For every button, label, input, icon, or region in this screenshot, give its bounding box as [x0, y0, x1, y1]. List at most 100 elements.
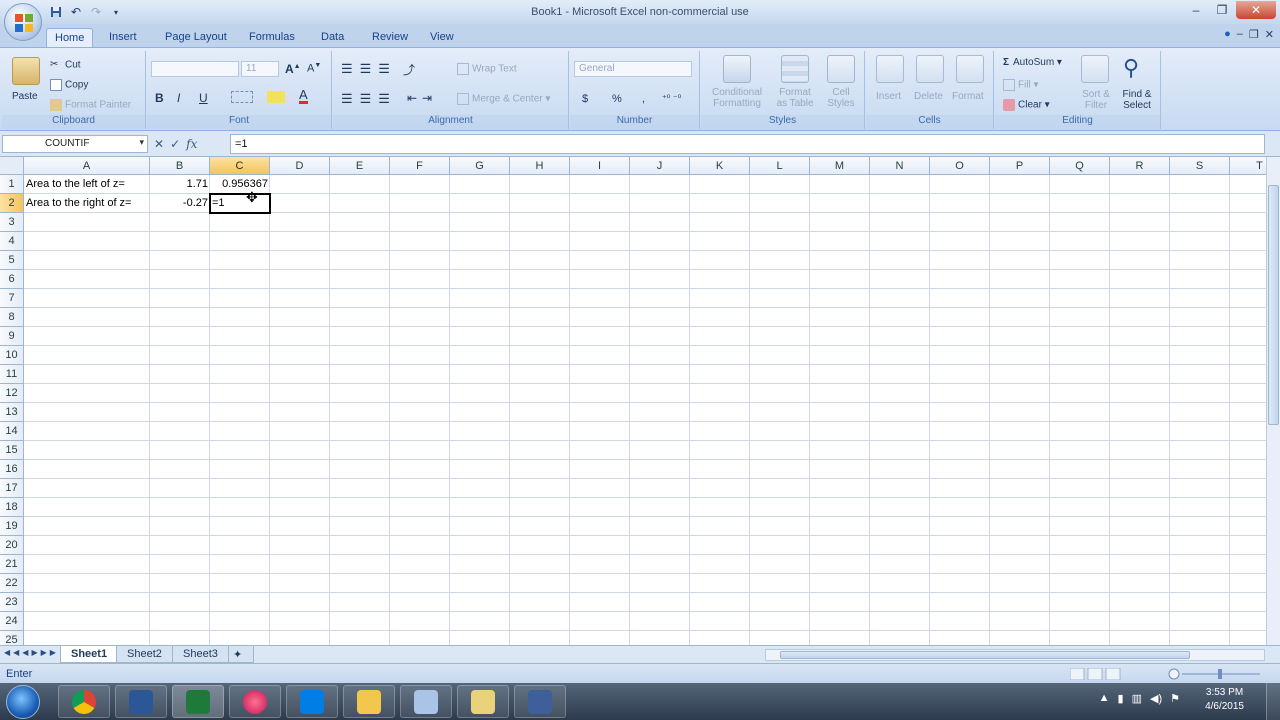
insert-function-icon[interactable]: fx	[186, 137, 197, 151]
column-header-d[interactable]: D	[270, 157, 330, 175]
cell-c2[interactable]: =1	[210, 194, 270, 213]
format-painter-button[interactable]: Format Painter	[50, 99, 131, 111]
row-header-13[interactable]: 13	[0, 403, 24, 422]
enter-icon[interactable]: ✓	[170, 137, 180, 151]
insert-cells-button[interactable]: Insert	[876, 91, 901, 102]
clear-button[interactable]: Clear ▾	[1003, 99, 1050, 111]
fill-color-icon[interactable]	[267, 91, 285, 103]
column-header-c[interactable]: C	[210, 157, 270, 175]
row-header-9[interactable]: 9	[0, 327, 24, 346]
sheet-tab-3[interactable]: Sheet3	[172, 646, 229, 663]
sheet-tab-1[interactable]: Sheet1	[60, 646, 119, 663]
tray-arrow-icon[interactable]: ▲	[1099, 692, 1110, 705]
restore-icon[interactable]: ❐	[1210, 1, 1234, 19]
fill-button[interactable]: Fill ▾	[1003, 79, 1039, 91]
chevron-down-icon[interactable]: ▾	[139, 137, 144, 148]
row-header-5[interactable]: 5	[0, 251, 24, 270]
vertical-scroll-thumb[interactable]	[1268, 185, 1279, 425]
delete-cells-icon[interactable]	[916, 55, 944, 83]
cancel-icon[interactable]: ✕	[154, 137, 164, 151]
tray-device-icon[interactable]: ▮	[1118, 692, 1124, 705]
help-icon[interactable]: ●	[1224, 28, 1231, 41]
name-box[interactable]: COUNTIF ▾	[2, 135, 148, 153]
row-header-16[interactable]: 16	[0, 460, 24, 479]
conditional-formatting-icon[interactable]	[723, 55, 751, 83]
row-header-10[interactable]: 10	[0, 346, 24, 365]
column-header-n[interactable]: N	[870, 157, 930, 175]
cell-a1[interactable]: Area to the left of z=	[24, 175, 150, 194]
insert-cells-icon[interactable]	[876, 55, 904, 83]
binoculars-icon[interactable]: ⚲	[1123, 55, 1139, 81]
autosum-button[interactable]: Σ AutoSum ▾	[1003, 57, 1062, 68]
cell-b2[interactable]: -0.27	[150, 194, 210, 213]
vertical-align-icons[interactable]: ☰☰☰	[341, 61, 397, 77]
taskbar-app[interactable]	[457, 685, 509, 718]
format-as-table-icon[interactable]	[781, 55, 809, 83]
format-cells-button[interactable]: Format	[952, 91, 984, 102]
worksheet-grid[interactable]: A B C D E F G H I J K L M N O P Q R S T 1 2 3 4 5 6 7 8 9 10 11 12 13 14 1…	[0, 157, 1266, 645]
row-header-21[interactable]: 21	[0, 555, 24, 574]
column-header-t[interactable]: T	[1230, 157, 1266, 175]
horizontal-scrollbar[interactable]	[765, 649, 1265, 661]
format-as-table-button[interactable]: Format as Table	[771, 87, 819, 109]
row-header-2[interactable]: 2	[0, 194, 24, 213]
row-header-12[interactable]: 12	[0, 384, 24, 403]
column-header-j[interactable]: J	[630, 157, 690, 175]
column-header-i[interactable]: I	[570, 157, 630, 175]
row-header-25[interactable]: 25	[0, 631, 24, 645]
column-header-g[interactable]: G	[450, 157, 510, 175]
taskbar-itunes[interactable]	[229, 685, 281, 718]
conditional-formatting-button[interactable]: Conditional Formatting	[707, 87, 767, 109]
cell-styles-icon[interactable]	[827, 55, 855, 83]
sort-filter-button[interactable]: Sort & Filter	[1079, 89, 1113, 111]
horizontal-scroll-thumb[interactable]	[780, 651, 1190, 659]
column-header-h[interactable]: H	[510, 157, 570, 175]
format-cells-icon[interactable]	[956, 55, 984, 83]
font-name-select[interactable]	[151, 61, 239, 77]
row-header-24[interactable]: 24	[0, 612, 24, 631]
doc-close-icon[interactable]: ✕	[1265, 28, 1274, 41]
row-header-7[interactable]: 7	[0, 289, 24, 308]
percent-button[interactable]: %	[612, 93, 622, 105]
doc-restore-icon[interactable]: ❐	[1249, 28, 1259, 41]
vertical-scrollbar[interactable]	[1266, 157, 1280, 645]
column-header-m[interactable]: M	[810, 157, 870, 175]
show-desktop-button[interactable]	[1266, 683, 1280, 720]
taskbar-dropbox[interactable]	[286, 685, 338, 718]
column-header-o[interactable]: O	[930, 157, 990, 175]
row-header-3[interactable]: 3	[0, 213, 24, 232]
column-header-q[interactable]: Q	[1050, 157, 1110, 175]
doc-minimize-icon[interactable]: –	[1237, 28, 1243, 41]
start-button[interactable]	[6, 685, 40, 719]
font-size-select[interactable]: 11	[241, 61, 279, 77]
shrink-font-icon[interactable]: A▼	[307, 62, 321, 75]
indent-icons[interactable]: ⇤⇥	[407, 91, 437, 105]
comma-button[interactable]: ,	[642, 93, 645, 105]
delete-cells-button[interactable]: Delete	[914, 91, 943, 102]
column-header-k[interactable]: K	[690, 157, 750, 175]
row-header-1[interactable]: 1	[0, 175, 24, 194]
row-header-23[interactable]: 23	[0, 593, 24, 612]
taskbar-calculator[interactable]	[400, 685, 452, 718]
cell-b1[interactable]: 1.71	[150, 175, 210, 194]
borders-icon[interactable]	[231, 91, 253, 103]
row-header-14[interactable]: 14	[0, 422, 24, 441]
row-header-4[interactable]: 4	[0, 232, 24, 251]
tab-formulas[interactable]: Formulas	[241, 28, 303, 48]
column-header-r[interactable]: R	[1110, 157, 1170, 175]
taskbar-excel[interactable]	[172, 685, 224, 718]
column-header-p[interactable]: P	[990, 157, 1050, 175]
copy-button[interactable]: Copy	[50, 79, 88, 91]
row-header-11[interactable]: 11	[0, 365, 24, 384]
decimal-icons[interactable]: ⁺⁰ ⁻⁰	[662, 93, 681, 104]
tab-home[interactable]: Home	[46, 28, 94, 48]
bold-button[interactable]: B	[155, 91, 164, 105]
row-header-22[interactable]: 22	[0, 574, 24, 593]
currency-button[interactable]: $	[582, 93, 588, 105]
cell-a2[interactable]: Area to the right of z=	[24, 194, 150, 213]
number-format-select[interactable]: General	[574, 61, 692, 77]
close-icon[interactable]: ✕	[1236, 1, 1276, 19]
cut-button[interactable]: ✂ Cut	[50, 59, 81, 71]
row-header-19[interactable]: 19	[0, 517, 24, 536]
select-all-corner[interactable]	[0, 157, 24, 175]
